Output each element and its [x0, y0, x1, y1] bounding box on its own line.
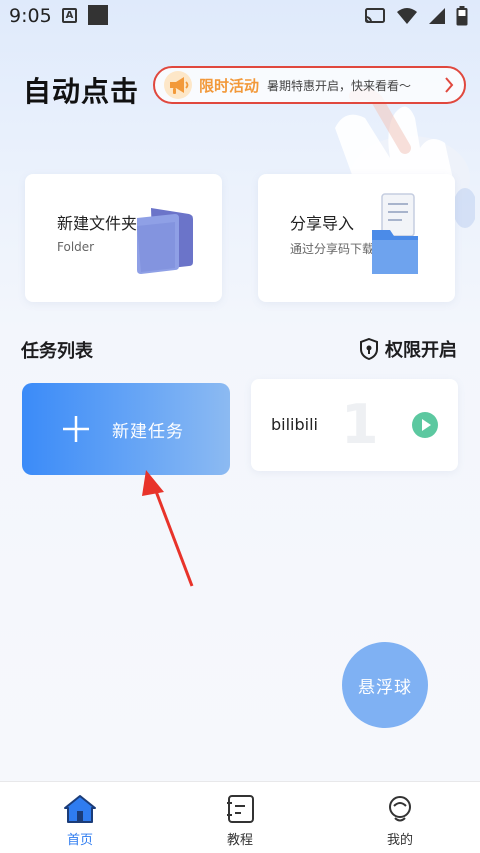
share-import-card[interactable]: 分享导入 通过分享码下载 — [258, 174, 455, 302]
annotation-arrow — [142, 470, 194, 587]
bottom-nav: 首页 教程 我的 — [0, 781, 480, 853]
new-folder-card[interactable]: 新建文件夹 Folder — [25, 174, 222, 302]
chevron-right-icon — [445, 77, 454, 93]
promo-title: 限时活动 — [199, 76, 260, 95]
nav-tutorial-label: 教程 — [226, 833, 253, 848]
nav-profile-label: 我的 — [386, 833, 413, 848]
play-icon[interactable] — [412, 412, 438, 438]
nav-home[interactable]: 首页 — [0, 782, 160, 853]
status-icons — [364, 6, 468, 26]
permission-label: 权限开启 — [385, 340, 457, 361]
promo-banner[interactable]: 限时活动 暑期特惠开启，快来看看～ — [153, 66, 466, 104]
status-bar: 9:05 A — [0, 0, 480, 34]
cast-icon — [365, 8, 385, 23]
nav-tutorial[interactable]: 教程 — [160, 782, 320, 853]
nav-home-label: 首页 — [66, 833, 93, 848]
task-item[interactable]: 1 bilibili — [251, 379, 458, 471]
floating-ball-button[interactable]: 悬浮球 — [342, 642, 428, 728]
folder-icon — [137, 208, 193, 274]
tutorial-icon — [227, 795, 254, 823]
permission-toggle[interactable]: 权限开启 — [359, 336, 457, 362]
new-folder-subtitle: Folder — [57, 240, 95, 254]
notification-square-icon — [88, 5, 108, 25]
notification-a-icon: A — [62, 8, 77, 23]
new-task-button[interactable]: 新建任务 — [22, 383, 230, 475]
task-list-title: 任务列表 — [21, 341, 93, 362]
profile-icon — [389, 796, 411, 822]
task-name: bilibili — [271, 415, 318, 434]
new-task-label: 新建任务 — [112, 421, 184, 442]
wifi-icon — [397, 8, 417, 24]
signal-icon — [429, 8, 445, 24]
megaphone-icon — [164, 71, 192, 99]
shield-icon — [360, 338, 378, 360]
share-import-subtitle: 通过分享码下载 — [290, 242, 375, 256]
new-folder-title: 新建文件夹 — [57, 214, 138, 233]
nav-profile[interactable]: 我的 — [320, 782, 480, 853]
promo-text: 暑期特惠开启，快来看看～ — [267, 78, 412, 93]
battery-icon — [456, 6, 468, 26]
app-title: 自动点击 — [23, 75, 140, 108]
plus-icon — [63, 416, 89, 442]
task-index: 1 — [341, 393, 379, 456]
document-import-icon — [372, 193, 418, 274]
status-time: 9:05 — [9, 5, 52, 27]
home-icon — [64, 795, 96, 823]
share-import-title: 分享导入 — [290, 214, 355, 233]
